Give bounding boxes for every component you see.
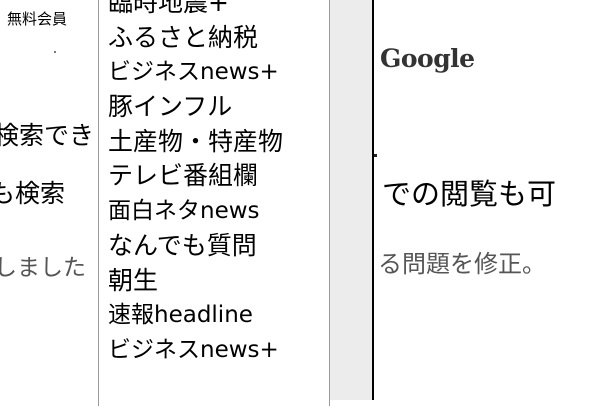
background-line: しました bbox=[0, 255, 86, 281]
dropdown-item[interactable]: ふるさと納税 bbox=[99, 21, 329, 56]
dot-mark bbox=[374, 154, 377, 157]
dot-mark bbox=[54, 51, 56, 53]
dropdown-item[interactable]: なんでも質問 bbox=[99, 229, 329, 264]
dropdown-item[interactable]: 臨時地震+ bbox=[99, 0, 329, 21]
google-logo[interactable]: Google bbox=[380, 44, 475, 73]
background-top-text: 、無料会員 bbox=[0, 10, 68, 28]
background-line: も検索 bbox=[0, 179, 66, 208]
right-text-line: る問題を修正。 bbox=[378, 250, 546, 278]
right-text-line: での閲覧も可 bbox=[382, 177, 557, 211]
dropdown-menu: 臨時地震+ ふるさと納税 ビジネスnews+ 豚インフル 土産物・特産物 テレビ… bbox=[98, 0, 330, 406]
background-line: 検索でき bbox=[0, 121, 95, 150]
dropdown-item[interactable]: 面白ネタnews bbox=[99, 194, 329, 229]
gutter-area bbox=[330, 0, 372, 400]
dropdown-item[interactable]: ビジネスnews+ bbox=[99, 55, 329, 90]
dropdown-item[interactable]: 速報headline bbox=[99, 298, 329, 333]
dropdown-item[interactable]: テレビ番組欄 bbox=[99, 159, 329, 194]
dropdown-item[interactable]: 豚インフル bbox=[99, 90, 329, 125]
dropdown-item[interactable]: ビジネスnews+ bbox=[99, 333, 329, 368]
dropdown-item[interactable]: 土産物・特産物 bbox=[99, 125, 329, 160]
dropdown-item[interactable]: 朝生 bbox=[99, 264, 329, 299]
dropdown-list: 臨時地震+ ふるさと納税 ビジネスnews+ 豚インフル 土産物・特産物 テレビ… bbox=[99, 0, 329, 368]
